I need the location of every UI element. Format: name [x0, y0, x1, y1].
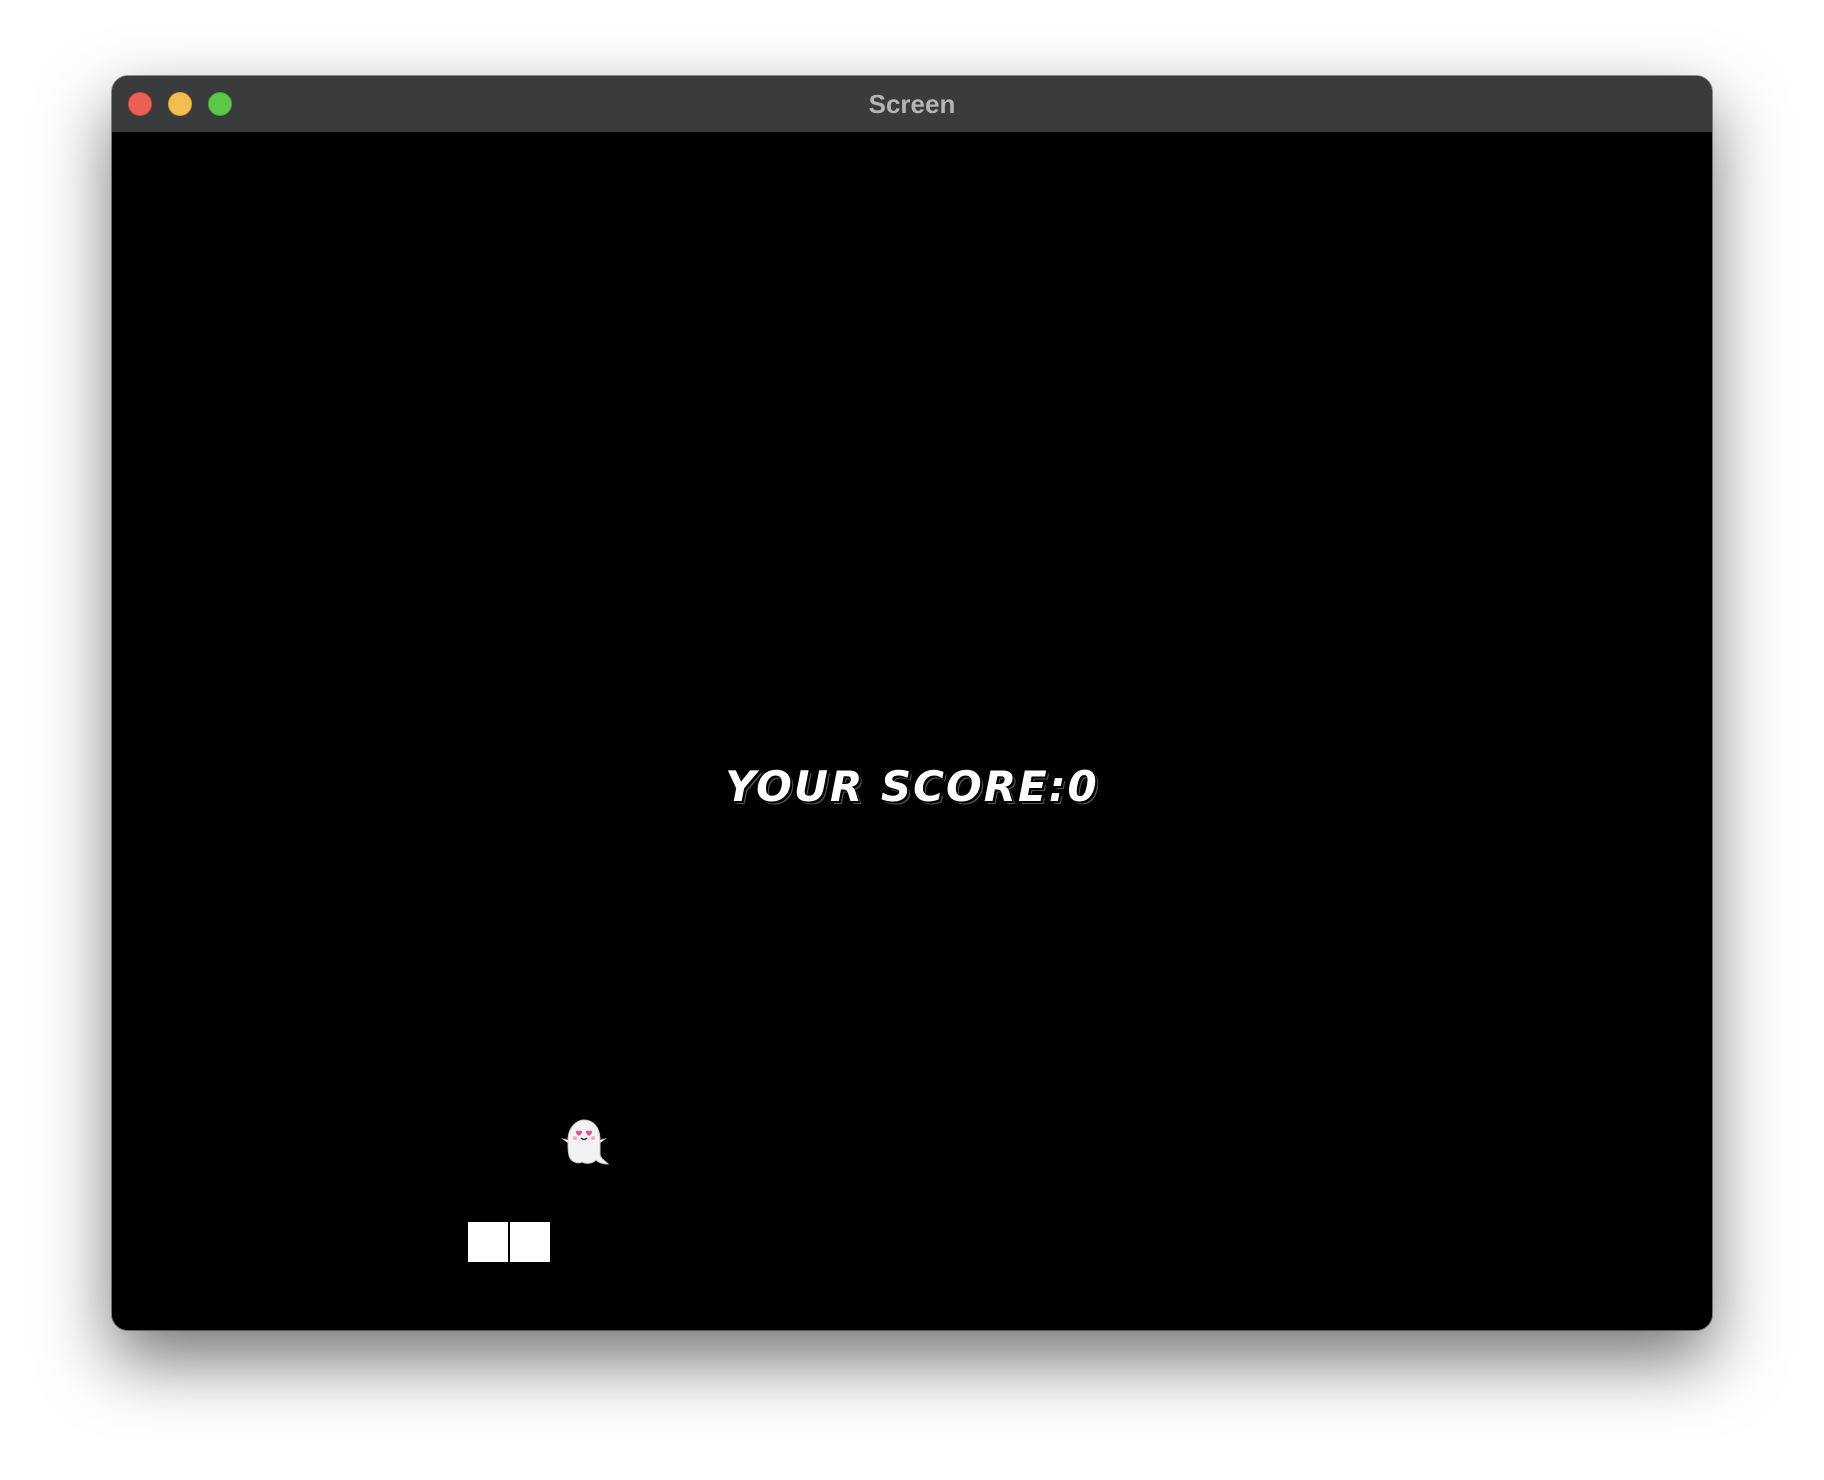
game-canvas[interactable]: YOUR SCORE:0 — [112, 132, 1712, 1330]
score-label: YOUR SCORE:0 — [725, 762, 1099, 811]
platform-block — [468, 1222, 508, 1262]
window-title: Screen — [868, 89, 956, 119]
title-bar[interactable]: Screen — [112, 76, 1712, 133]
platform-block — [510, 1222, 550, 1262]
ghost-icon — [561, 1119, 610, 1165]
game-window: Screen YOUR SCORE:0 — [112, 76, 1712, 1330]
